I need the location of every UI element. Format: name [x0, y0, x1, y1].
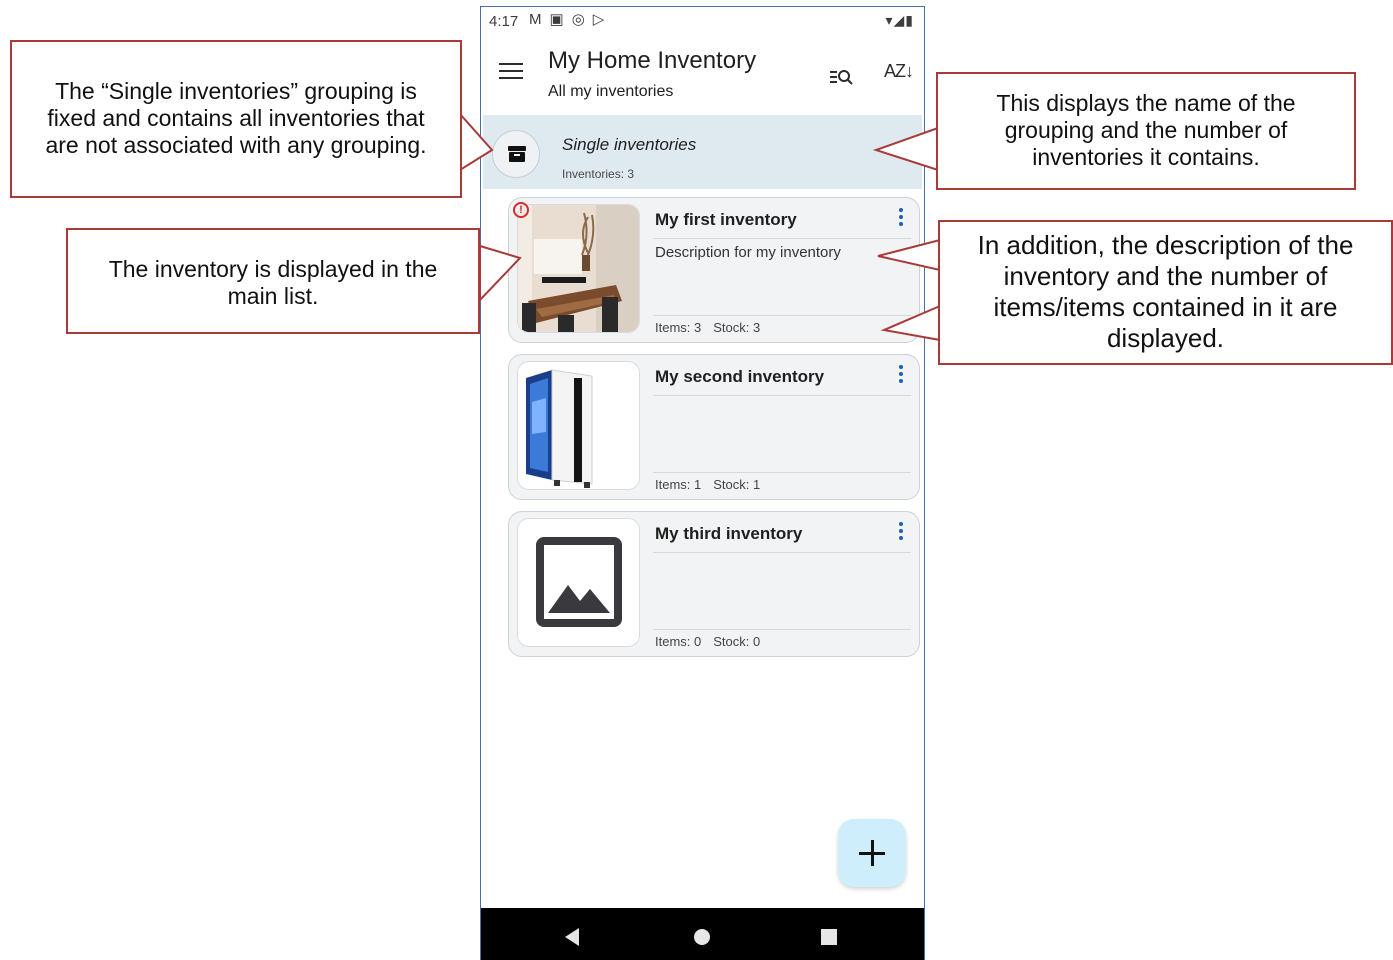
image-placeholder-icon: [518, 519, 639, 646]
status-bar: 4:17 M ▣ ◎ ▷ ▾◢▮: [481, 7, 924, 35]
divider: [653, 315, 911, 316]
inventory-stats: Items: 3 Stock: 3: [655, 320, 772, 335]
filter-search-icon[interactable]: [829, 67, 855, 87]
stock-count: Stock: 3: [713, 320, 761, 335]
archive-avatar: [492, 130, 540, 178]
home-icon[interactable]: [694, 929, 710, 945]
sort-az-icon[interactable]: AZ↓: [884, 61, 914, 82]
inventory-title: My first inventory: [655, 210, 797, 229]
stock-count: Stock: 1: [713, 477, 761, 492]
inventory-card[interactable]: ! My first inventory Description for my …: [508, 197, 920, 343]
stock-count: Stock: 0: [713, 634, 761, 649]
divider: [653, 238, 911, 239]
divider: [653, 552, 911, 553]
play-icon: ▷: [592, 11, 605, 28]
recents-icon[interactable]: [821, 929, 837, 945]
pc-case-photo: [518, 362, 639, 489]
dining-room-photo: [518, 205, 639, 332]
inventory-stats: Items: 0 Stock: 0: [655, 634, 772, 649]
app-icon: ▣: [549, 11, 564, 28]
add-inventory-button[interactable]: [838, 819, 906, 887]
inventory-photo: [517, 361, 640, 490]
app-subtitle: All my inventories: [548, 83, 674, 100]
chevron-right-icon: ›: [904, 139, 910, 159]
notification-icons: M ▣ ◎ ▷: [529, 12, 604, 28]
warning-icon: !: [513, 202, 529, 218]
inventory-photo: [517, 204, 640, 333]
more-options-icon[interactable]: [899, 208, 903, 229]
archive-icon: [508, 146, 526, 162]
inventory-card[interactable]: My second inventory Items: 1 Stock: 1: [508, 354, 920, 500]
grouping-row[interactable]: Single inventories Inventories: 3 ›: [483, 115, 922, 189]
items-count: Items: 3: [655, 320, 702, 335]
callout-description-items: In addition, the description of the inve…: [938, 220, 1393, 365]
grouping-name: Single inventories: [562, 135, 697, 154]
at-icon: ◎: [571, 11, 585, 28]
divider: [653, 472, 911, 473]
gmail-icon: M: [529, 11, 542, 28]
divider: [653, 395, 911, 396]
inventory-card[interactable]: My third inventory Items: 0 Stock: 0: [508, 511, 920, 657]
system-nav-bar: [481, 908, 924, 960]
status-time: 4:17: [489, 13, 519, 30]
inventory-title: My second inventory: [655, 367, 825, 386]
app-title: My Home Inventory: [548, 47, 757, 74]
inventory-description: Description for my inventory: [655, 244, 841, 261]
signal-battery-icons: ▾◢▮: [885, 12, 914, 28]
inventory-photo-placeholder: [517, 518, 640, 647]
more-options-icon[interactable]: [899, 365, 903, 386]
back-icon[interactable]: [565, 928, 579, 946]
more-options-icon[interactable]: [899, 522, 903, 543]
menu-icon[interactable]: [499, 63, 523, 81]
inventory-title: My third inventory: [655, 524, 803, 543]
callout-grouping-fixed: The “Single inventories” grouping is fix…: [10, 40, 462, 198]
inventory-stats: Items: 1 Stock: 1: [655, 477, 772, 492]
grouping-count: Inventories: 3: [562, 167, 635, 181]
phone-screen: 4:17 M ▣ ◎ ▷ ▾◢▮ My Home Inventory All m…: [480, 6, 925, 960]
items-count: Items: 1: [655, 477, 702, 492]
callout-grouping-name: This displays the name of the grouping a…: [936, 72, 1356, 190]
app-bar: My Home Inventory All my inventories AZ↓: [481, 37, 924, 112]
items-count: Items: 0: [655, 634, 702, 649]
callout-main-list: The inventory is displayed in the main l…: [66, 228, 480, 334]
divider: [653, 629, 911, 630]
